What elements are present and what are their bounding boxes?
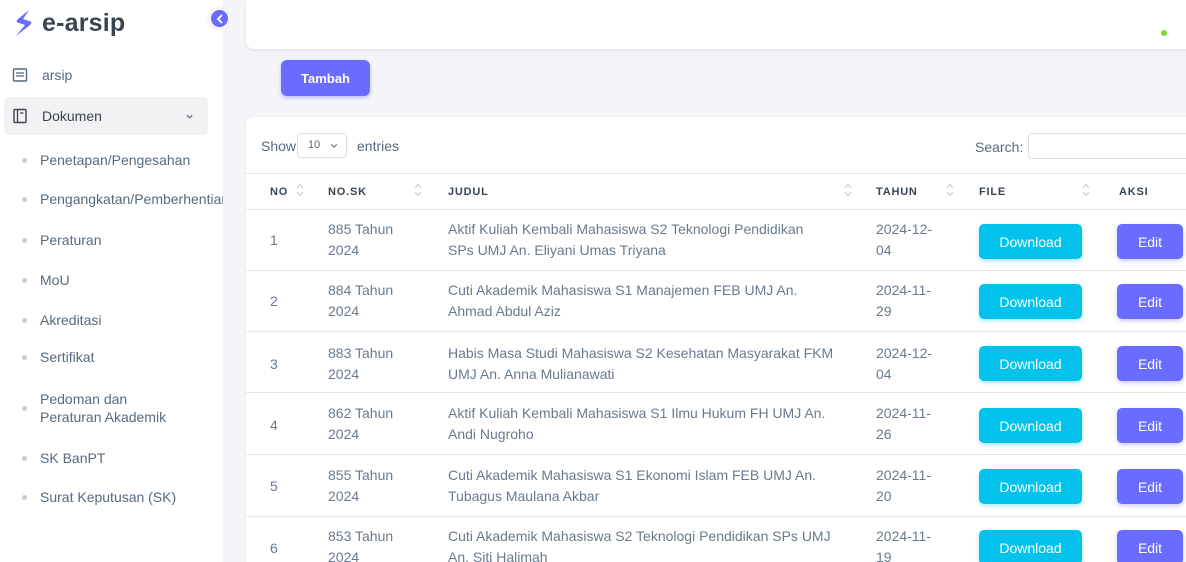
- chevron-down-icon: [330, 144, 338, 148]
- bullet-icon: [22, 237, 27, 243]
- sidebar-subitem-pedoman[interactable]: Pedoman dan Peraturan Akademik: [0, 389, 223, 427]
- cell-tahun: 2024-11- 20: [876, 467, 932, 504]
- cell-no: 5: [270, 478, 278, 494]
- online-status-dot: [1161, 30, 1167, 36]
- column-header-tahun[interactable]: TAHUN: [876, 186, 918, 198]
- sidebar-subitem-penetapan[interactable]: Penetapan/Pengesahan: [0, 150, 223, 170]
- cell-no-sk: 855 Tahun 2024: [328, 467, 394, 504]
- cell-tahun: 2024-11- 29: [876, 282, 932, 319]
- cell-no: 3: [270, 356, 278, 372]
- cell-no-sk: 884 Tahun 2024: [328, 282, 394, 319]
- download-button[interactable]: Download: [979, 224, 1082, 259]
- cell-judul: Aktif Kuliah Kembali Mahasiswa S2 Teknol…: [448, 221, 804, 258]
- sort-icon: [946, 183, 954, 197]
- cell-judul: Cuti Akademik Mahasiswa S2 Teknologi Pen…: [448, 528, 831, 562]
- edit-button[interactable]: Edit: [1117, 408, 1183, 443]
- bullet-icon: [22, 277, 27, 283]
- cell-judul: Aktif Kuliah Kembali Mahasiswa S1 Ilmu H…: [448, 405, 826, 442]
- cell-no: 4: [270, 417, 278, 433]
- sidebar-item-label: arsip: [42, 67, 73, 83]
- cell-tahun: 2024-12- 04: [876, 221, 933, 258]
- bullet-icon: [22, 455, 27, 461]
- top-navbar: [246, 0, 1186, 49]
- sidebar-collapse-button[interactable]: [207, 6, 232, 31]
- table-header: NO NO.SK JUDUL TAHUN FILE AKSI: [246, 173, 1186, 210]
- sidebar-item-dokumen[interactable]: Dokumen: [4, 97, 208, 135]
- edit-button[interactable]: Edit: [1117, 469, 1183, 504]
- bullet-icon: [22, 196, 27, 202]
- cell-judul: Cuti Akademik Mahasiswa S1 Ekonomi Islam…: [448, 467, 817, 504]
- sidebar: e-arsip arsip Dokumen Penetapan/Pengesah…: [0, 0, 223, 562]
- cell-no-sk: 862 Tahun 2024: [328, 405, 394, 442]
- chevron-left-icon: [216, 14, 222, 23]
- cell-no: 2: [270, 293, 278, 309]
- sidebar-subitem-sertifikat[interactable]: Sertifikat: [0, 347, 223, 367]
- table-row: 5 855 Tahun 2024 Cuti Akademik Mahasiswa …: [246, 456, 1186, 517]
- sidebar-subitem-pengangkatan[interactable]: Pengangkatan/Pemberhentian: [0, 189, 223, 209]
- download-button[interactable]: Download: [979, 346, 1082, 381]
- table-row: 2 884 Tahun 2024 Cuti Akademik Mahasiswa …: [246, 271, 1186, 332]
- column-header-file[interactable]: FILE: [979, 186, 1006, 198]
- download-button[interactable]: Download: [979, 530, 1082, 562]
- document-icon: [13, 108, 27, 124]
- sort-icon: [1082, 183, 1090, 197]
- cell-tahun: 2024-11- 19: [876, 528, 932, 562]
- table-row: 1 885 Tahun 2024 Aktif Kuliah Kembali Mah…: [246, 210, 1186, 271]
- add-button[interactable]: Tambah: [281, 60, 370, 96]
- column-header-no-sk[interactable]: NO.SK: [328, 186, 367, 198]
- edit-button[interactable]: Edit: [1117, 284, 1183, 319]
- bullet-icon: [22, 494, 27, 500]
- cell-no-sk: 853 Tahun 2024: [328, 528, 394, 562]
- sort-icon: [414, 183, 422, 197]
- column-header-no[interactable]: NO: [270, 186, 288, 198]
- sidebar-subitem-peraturan[interactable]: Peraturan: [0, 230, 223, 250]
- sidebar-item-arsip[interactable]: arsip: [4, 62, 208, 88]
- download-button[interactable]: Download: [979, 408, 1082, 443]
- search-label: Search:: [975, 139, 1024, 155]
- show-label: Show: [261, 138, 297, 154]
- bullet-icon: [22, 405, 27, 411]
- cell-no-sk: 885 Tahun 2024: [328, 221, 394, 258]
- page-length-select[interactable]: 10: [297, 133, 347, 158]
- cell-no: 6: [270, 540, 278, 556]
- bullet-icon: [22, 354, 27, 360]
- list-icon: [12, 68, 28, 82]
- search-input[interactable]: [1028, 133, 1186, 159]
- table-row: 3 883 Tahun 2024 Habis Masa Studi Mahasis…: [246, 332, 1186, 393]
- edit-button[interactable]: Edit: [1117, 530, 1183, 562]
- entries-label: entries: [357, 138, 400, 154]
- cell-tahun: 2024-11- 26: [876, 405, 932, 442]
- column-header-aksi[interactable]: AKSI: [1119, 186, 1148, 198]
- cell-no-sk: 883 Tahun 2024: [328, 345, 394, 382]
- cell-judul: Habis Masa Studi Mahasiswa S2 Kesehatan …: [448, 345, 834, 382]
- brand-name: e-arsip: [42, 8, 126, 37]
- bullet-icon: [22, 317, 27, 323]
- download-button[interactable]: Download: [979, 284, 1082, 319]
- sidebar-subitem-akreditasi[interactable]: Akreditasi: [0, 310, 223, 330]
- brand[interactable]: e-arsip: [12, 5, 125, 41]
- edit-button[interactable]: Edit: [1117, 224, 1183, 259]
- column-header-judul[interactable]: JUDUL: [448, 186, 489, 198]
- sort-icon: [844, 183, 852, 197]
- sidebar-subitem-surat-keputusan[interactable]: Surat Keputusan (SK): [0, 487, 223, 507]
- sidebar-item-label: Dokumen: [42, 108, 102, 124]
- download-button[interactable]: Download: [979, 469, 1082, 504]
- cell-judul: Cuti Akademik Mahasiswa S1 Manajemen FEB…: [448, 282, 798, 319]
- table-row: 4 862 Tahun 2024 Aktif Kuliah Kembali Mah…: [246, 394, 1186, 455]
- sidebar-subitem-sk-banpt[interactable]: SK BanPT: [0, 448, 223, 468]
- sort-icon: [296, 183, 304, 197]
- cell-no: 1: [270, 232, 278, 248]
- lightning-s-icon: [16, 10, 32, 36]
- bullet-icon: [22, 157, 27, 163]
- table-row: 6 853 Tahun 2024 Cuti Akademik Mahasiswa …: [246, 517, 1186, 562]
- cell-tahun: 2024-12- 04: [876, 345, 933, 382]
- chevron-down-icon: [186, 114, 193, 119]
- edit-button[interactable]: Edit: [1117, 346, 1183, 381]
- sidebar-subitem-mou[interactable]: MoU: [0, 270, 223, 290]
